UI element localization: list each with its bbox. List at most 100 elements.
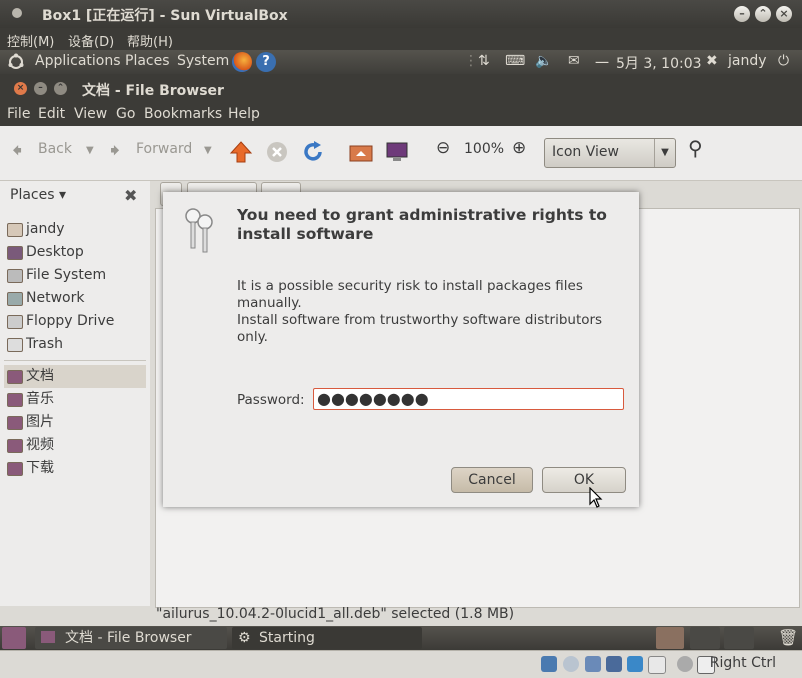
search-icon[interactable]: ⚲: [688, 136, 703, 160]
sidebar-item-floppy[interactable]: Floppy Drive: [4, 310, 146, 333]
fb-minimize-icon[interactable]: –: [34, 82, 47, 95]
menu-control[interactable]: 控制(M): [7, 31, 54, 50]
up-arrow-icon[interactable]: [229, 140, 253, 164]
ok-button[interactable]: OK: [542, 467, 626, 493]
sidebar-close-icon[interactable]: ✖: [124, 186, 137, 205]
view-mode-select[interactable]: Icon View ▼: [544, 138, 676, 168]
maximize-icon[interactable]: ⌃: [755, 6, 771, 22]
volume-icon[interactable]: 🔈: [535, 53, 552, 69]
sidebar-separator: [4, 360, 146, 361]
shutdown-icon[interactable]: ⏻: [778, 53, 789, 69]
workspace-switcher[interactable]: [656, 627, 684, 649]
shared-folder-status-icon[interactable]: [627, 656, 643, 672]
close-icon[interactable]: ×: [776, 6, 792, 22]
menu-view[interactable]: View: [74, 106, 107, 122]
back-arrow-icon: 🠸: [12, 138, 23, 162]
computer-icon[interactable]: [385, 140, 409, 164]
dialog-message: It is a possible security risk to instal…: [237, 278, 637, 346]
workspace-2[interactable]: [690, 627, 720, 649]
host-key-label: Right Ctrl: [709, 655, 776, 671]
reload-icon[interactable]: [301, 140, 325, 164]
sidebar-item-filesystem[interactable]: File System: [4, 264, 146, 287]
menu-devices[interactable]: 设备(D): [68, 31, 114, 50]
fb-maximize-icon[interactable]: ⌃: [54, 82, 67, 95]
mouse-status-icon[interactable]: [677, 656, 693, 672]
trash-applet-icon[interactable]: 🗑: [778, 628, 798, 647]
display-status-icon[interactable]: [648, 656, 666, 674]
mouse-cursor-icon: [589, 487, 603, 508]
sidebar-item-home[interactable]: jandy: [4, 218, 146, 241]
zoom-in-icon[interactable]: ⊕: [512, 138, 526, 158]
clock[interactable]: 5月 3, 10:03: [616, 53, 702, 73]
sidebar-item-music[interactable]: 音乐: [4, 388, 146, 411]
menu-help-fb[interactable]: Help: [228, 106, 260, 122]
stop-icon[interactable]: [265, 140, 289, 164]
vbox-statusbar: Right Ctrl: [0, 650, 802, 678]
dialog-message-line1: It is a possible security risk to instal…: [237, 278, 583, 311]
taskbar-item-admin[interactable]: ⚙ Starting Administrativ...: [232, 627, 422, 668]
desktop-icon: [7, 246, 23, 260]
sidebar-item-documents[interactable]: 文档: [4, 365, 146, 388]
sidebar-item-pictures[interactable]: 图片: [4, 411, 146, 434]
fb-close-icon[interactable]: ×: [14, 82, 27, 95]
zoom-level[interactable]: 100%: [464, 141, 504, 157]
back-dropdown-icon[interactable]: ▼: [86, 145, 94, 156]
menu-help[interactable]: 帮助(H): [127, 31, 173, 50]
gear-icon: ⚙: [238, 630, 251, 646]
mail-icon[interactable]: ✉: [568, 53, 580, 69]
user-name[interactable]: jandy: [728, 53, 767, 69]
places-menu[interactable]: Places: [125, 53, 170, 69]
help-icon[interactable]: ?: [256, 52, 276, 72]
menu-file[interactable]: File: [7, 106, 30, 122]
folder-icon: [7, 462, 23, 476]
sidebar-item-network[interactable]: Network: [4, 287, 146, 310]
folder-icon: [7, 370, 23, 384]
network-icon: [7, 292, 23, 306]
menu-bookmarks[interactable]: Bookmarks: [144, 106, 222, 122]
panel-dash: 一: [595, 56, 609, 72]
back-button[interactable]: Back: [38, 141, 72, 157]
forward-dropdown-icon[interactable]: ▼: [204, 145, 212, 156]
sidebar-item-videos[interactable]: 视频: [4, 434, 146, 457]
toolbar: 🠸 Back ▼ 🠺 Forward ▼ ⊖ 100% ⊕ ⚲: [0, 126, 802, 181]
keys-icon: [185, 208, 213, 253]
places-sidebar: Places ▾ ✖ jandy Desktop File System Net…: [0, 181, 150, 606]
cancel-button[interactable]: Cancel: [451, 467, 533, 493]
system-menu[interactable]: System: [177, 53, 229, 69]
status-bar: "ailurus_10.04.2-0lucid1_all.deb" select…: [156, 606, 515, 622]
sidebar-item-desktop[interactable]: Desktop: [4, 241, 146, 264]
cdrom-status-icon[interactable]: [563, 656, 579, 672]
network-status-icon[interactable]: [585, 656, 601, 672]
menu-edit[interactable]: Edit: [38, 106, 65, 122]
applications-menu[interactable]: Applications: [35, 53, 121, 69]
usb-status-icon[interactable]: [606, 656, 622, 672]
keyboard-icon[interactable]: ⌨: [505, 53, 525, 69]
password-field[interactable]: ●●●●●●●●: [313, 388, 624, 410]
bottom-panel: 文档 - File Browser ⚙ Starting Administrat…: [0, 626, 802, 668]
sidebar-item-downloads[interactable]: 下载: [4, 457, 146, 480]
network-icon[interactable]: ⇅: [478, 53, 490, 69]
folder-icon: [7, 393, 23, 407]
forward-button[interactable]: Forward: [136, 141, 192, 157]
sidebar-item-trash[interactable]: Trash: [4, 333, 146, 356]
minimize-icon[interactable]: –: [734, 6, 750, 22]
vbox-menubar: 控制(M) 设备(D) 帮助(H): [0, 28, 802, 50]
dialog-title: You need to grant administrative rights …: [237, 206, 607, 243]
folder-icon: [7, 416, 23, 430]
firefox-icon[interactable]: [232, 52, 252, 72]
home-folder-icon: [7, 223, 23, 237]
filebrowser-menubar: File Edit View Go Bookmarks Help: [0, 102, 802, 126]
zoom-out-icon[interactable]: ⊖: [436, 138, 450, 158]
sidebar-header[interactable]: Places ▾: [10, 187, 66, 203]
harddisk-status-icon[interactable]: [541, 656, 557, 672]
status-x-icon[interactable]: ✖: [706, 53, 718, 69]
home-folder-icon[interactable]: [349, 140, 373, 164]
folder-icon: [41, 631, 55, 643]
vbox-titlebar: Box1 [正在运行] - Sun VirtualBox – ⌃ ×: [0, 0, 802, 28]
workspace-3[interactable]: [724, 627, 754, 649]
menu-go[interactable]: Go: [116, 106, 135, 122]
auth-dialog: You need to grant administrative rights …: [163, 192, 639, 507]
taskbar-item-filebrowser[interactable]: 文档 - File Browser: [35, 627, 227, 649]
chevron-down-icon: ▼: [654, 139, 675, 167]
show-desktop-icon[interactable]: [2, 627, 26, 649]
